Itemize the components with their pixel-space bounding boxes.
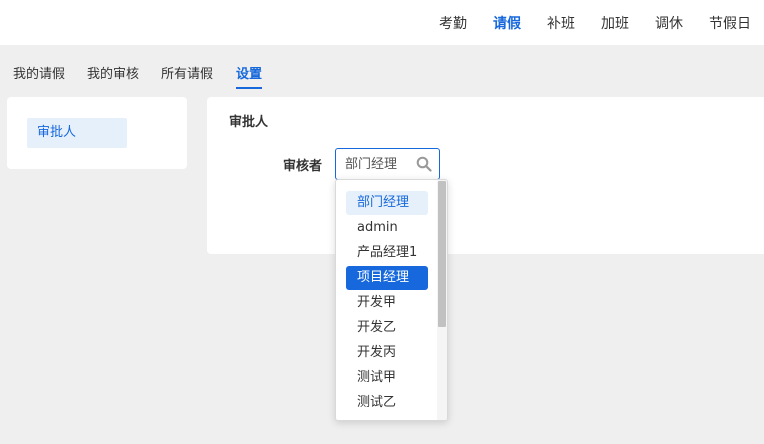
topnav-makeup-shift[interactable]: 补班 (534, 13, 588, 33)
option-dev-a[interactable]: 开发甲 (346, 291, 428, 315)
approver-search-input[interactable] (345, 149, 415, 179)
settings-sidebar: 审批人 (7, 97, 187, 169)
section-title: 审批人 (229, 115, 269, 130)
top-bar: 考勤 请假 补班 加班 调休 节假日 (0, 0, 764, 45)
option-project-manager[interactable]: 项目经理 (346, 266, 428, 290)
topnav-attendance[interactable]: 考勤 (426, 13, 480, 33)
topnav-overtime[interactable]: 加班 (588, 13, 642, 33)
top-nav: 考勤 请假 补班 加班 调休 节假日 (426, 0, 764, 45)
sub-tabs: 我的请假 我的审核 所有请假 设置 (0, 45, 764, 90)
tab-my-review[interactable]: 我的审核 (87, 63, 139, 87)
tab-all-leave[interactable]: 所有请假 (161, 63, 213, 87)
topnav-time-off[interactable]: 调休 (642, 13, 696, 33)
option-dev-b[interactable]: 开发乙 (346, 316, 428, 340)
option-dept-manager[interactable]: 部门经理 (346, 191, 428, 215)
option-test-a[interactable]: 测试甲 (346, 366, 428, 390)
option-test-b[interactable]: 测试乙 (346, 391, 428, 415)
topnav-holidays[interactable]: 节假日 (696, 13, 764, 33)
tab-settings[interactable]: 设置 (236, 63, 263, 89)
sidebar-item-approver[interactable]: 审批人 (27, 118, 127, 148)
dropdown-scrollbar-thumb[interactable] (438, 181, 446, 327)
option-product-manager-1[interactable]: 产品经理1 (346, 241, 428, 265)
option-admin[interactable]: admin (346, 216, 428, 240)
search-icon[interactable] (416, 156, 432, 172)
option-dev-c[interactable]: 开发丙 (346, 341, 428, 365)
dropdown-scrollbar[interactable] (437, 180, 447, 420)
topnav-leave[interactable]: 请假 (480, 13, 534, 33)
settings-panel: 审批人 审核者 (207, 97, 764, 254)
approver-label: 审核者 (283, 159, 323, 174)
approver-dropdown: 部门经理 admin 产品经理1 项目经理 开发甲 开发乙 开发丙 测试甲 测试… (335, 179, 448, 421)
approver-select[interactable] (335, 148, 440, 180)
tab-my-leave[interactable]: 我的请假 (13, 63, 65, 87)
